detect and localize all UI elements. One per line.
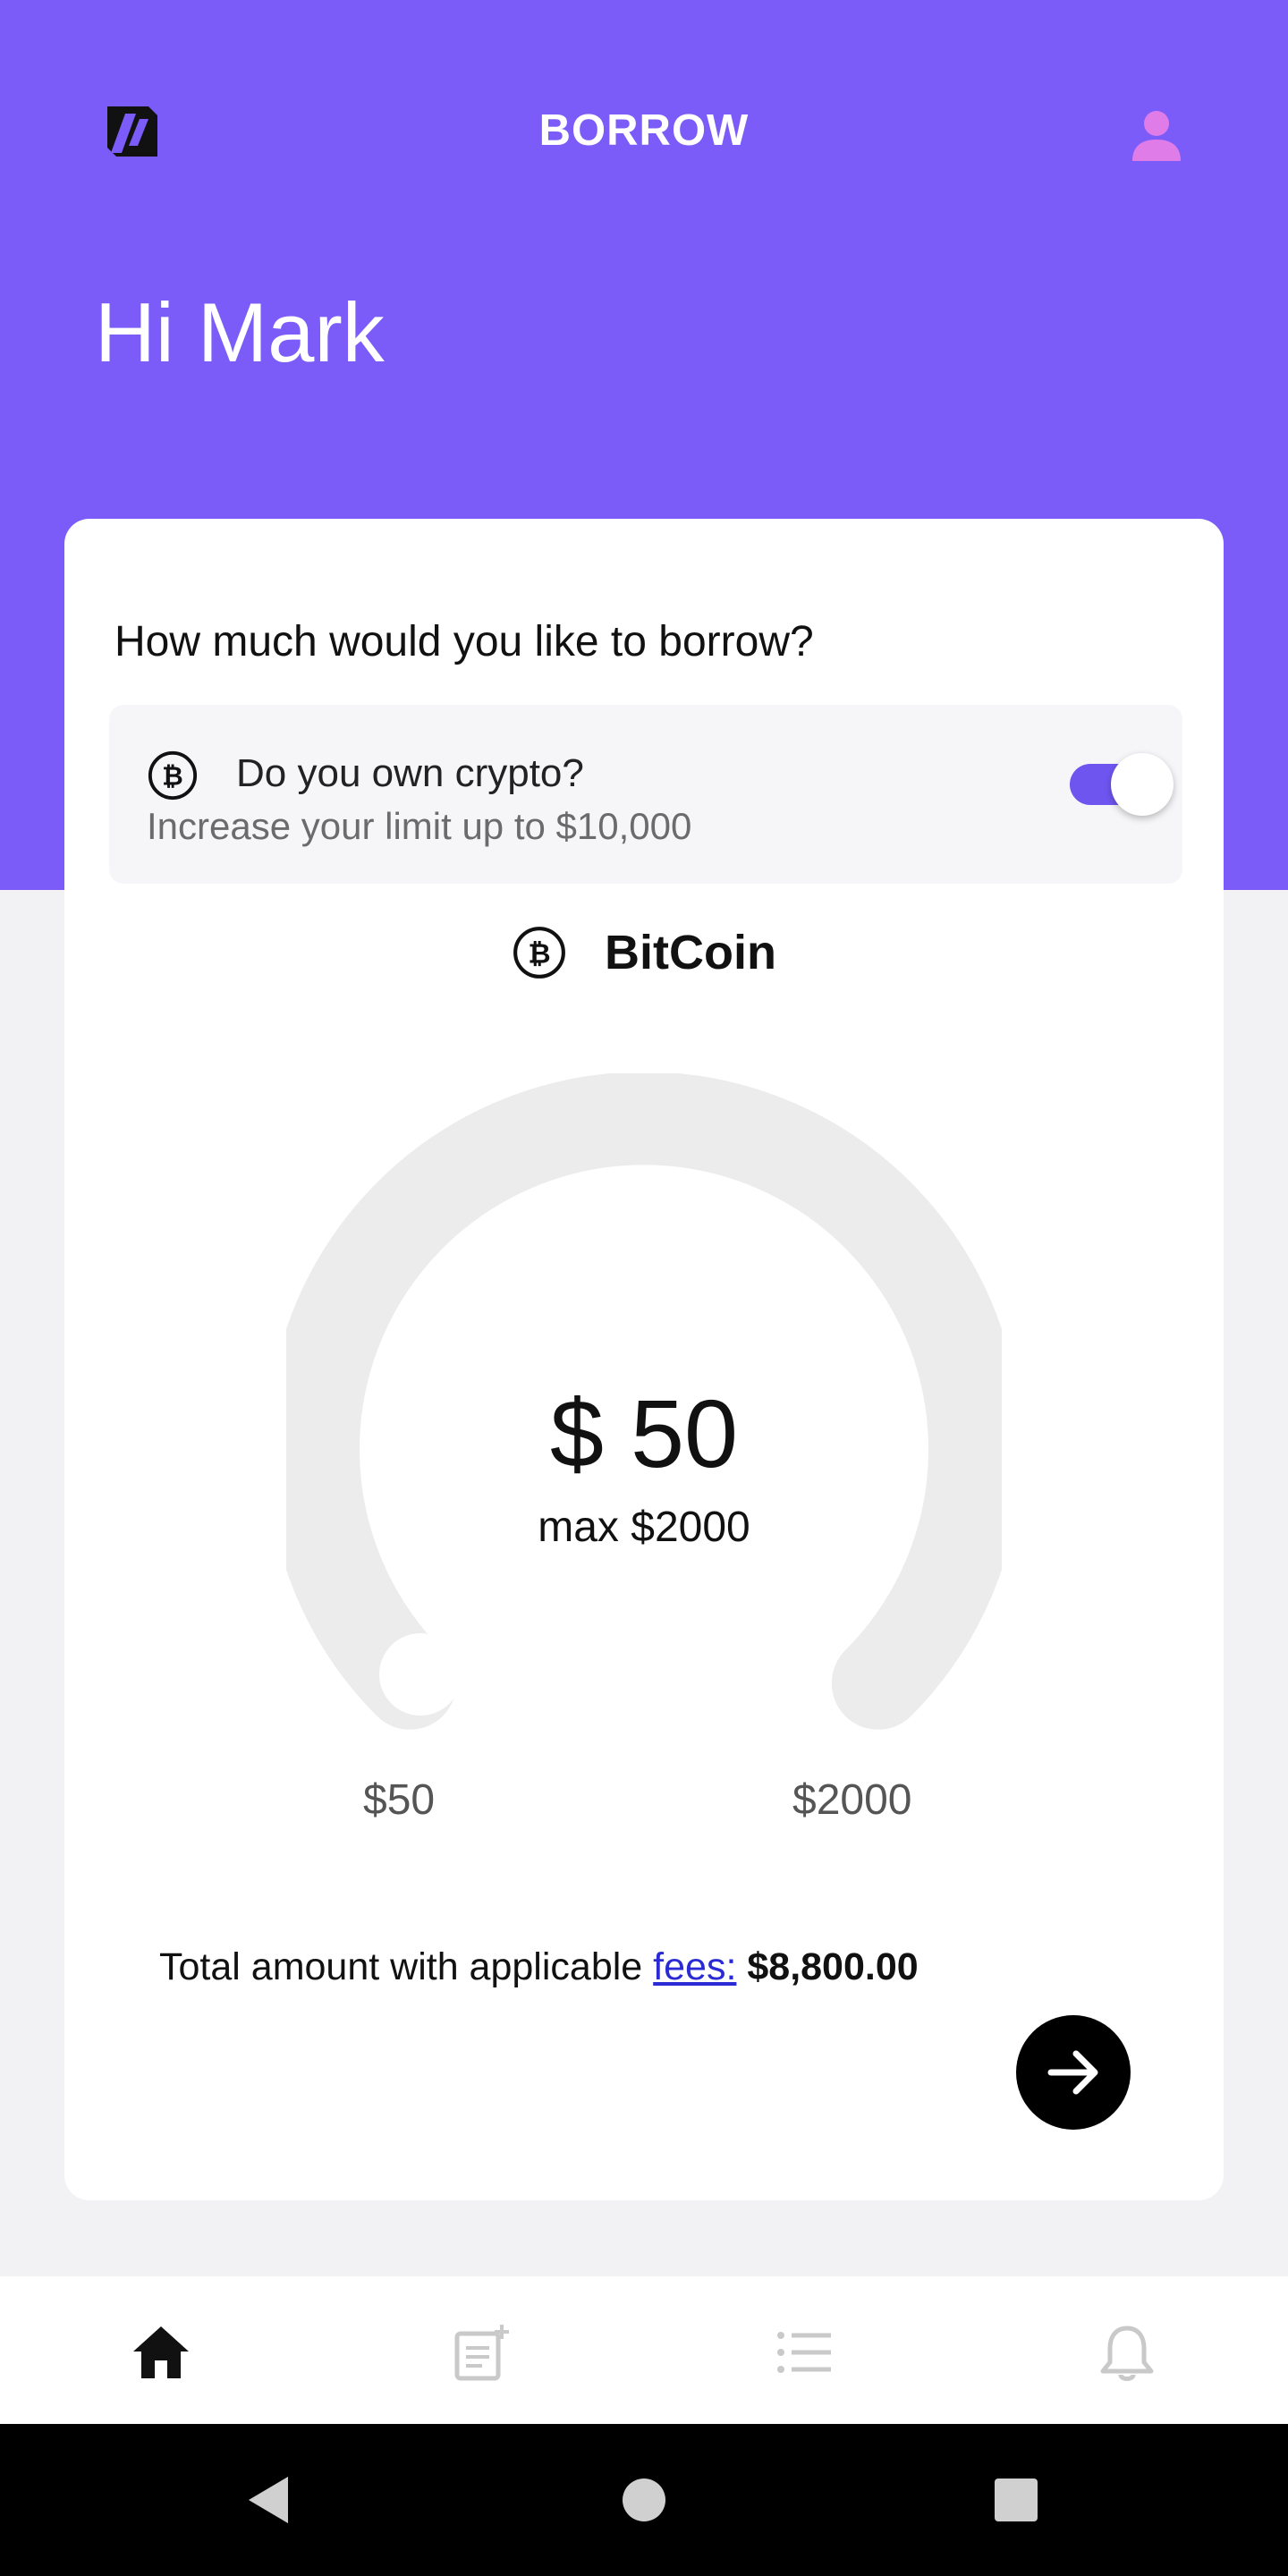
- crypto-question: Do you own crypto?: [236, 751, 584, 795]
- total-prefix: Total amount with applicable: [159, 1945, 643, 1988]
- system-navigation-bar: [0, 2424, 1288, 2576]
- page-title: BORROW: [538, 106, 750, 155]
- new-note-icon[interactable]: [452, 2321, 514, 2384]
- greeting-text: Hi Mark: [95, 285, 385, 379]
- toggle-knob[interactable]: [1111, 753, 1174, 816]
- borrow-amount: $ 50: [549, 1379, 739, 1487]
- bell-icon[interactable]: [1096, 2321, 1158, 2384]
- svg-text:₿: ₿: [162, 761, 183, 792]
- gauge-max-label: $2000: [792, 1776, 912, 1824]
- user-profile-icon[interactable]: [1127, 106, 1186, 165]
- crypto-limit-hint: Increase your limit up to $10,000: [147, 805, 692, 847]
- home-circle-icon[interactable]: [617, 2473, 671, 2527]
- gauge-min-label: $50: [363, 1776, 436, 1824]
- bitcoin-icon: ₿: [513, 927, 565, 979]
- total-amount-line: Total amount with applicable fees: $8,80…: [159, 1945, 919, 1989]
- coin-selector[interactable]: ₿ BitCoin: [64, 917, 1224, 988]
- svg-text:₿: ₿: [528, 937, 550, 970]
- next-button[interactable]: [1016, 2015, 1131, 2130]
- back-icon[interactable]: [242, 2473, 295, 2527]
- arrow-right-icon: [1047, 2050, 1098, 2095]
- crypto-toggle[interactable]: [1070, 753, 1174, 816]
- bitcoin-icon: ₿: [148, 750, 198, 801]
- borrow-max: max $2000: [538, 1504, 750, 1551]
- borrow-question: How much would you like to borrow?: [114, 618, 814, 665]
- bottom-tab-bar: [0, 2276, 1288, 2424]
- list-icon[interactable]: [774, 2321, 836, 2384]
- total-value: $8,800.00: [747, 1945, 919, 1988]
- home-icon[interactable]: [130, 2321, 192, 2384]
- crypto-option-row[interactable]: ₿ Do you own crypto? Increase your limit…: [109, 705, 1182, 884]
- gauge-handle[interactable]: [379, 1633, 462, 1716]
- borrow-card: How much would you like to borrow? ₿ Do …: [64, 519, 1224, 2200]
- fees-link[interactable]: fees:: [653, 1945, 736, 1988]
- recents-icon[interactable]: [989, 2473, 1043, 2527]
- coin-name: BitCoin: [605, 926, 776, 979]
